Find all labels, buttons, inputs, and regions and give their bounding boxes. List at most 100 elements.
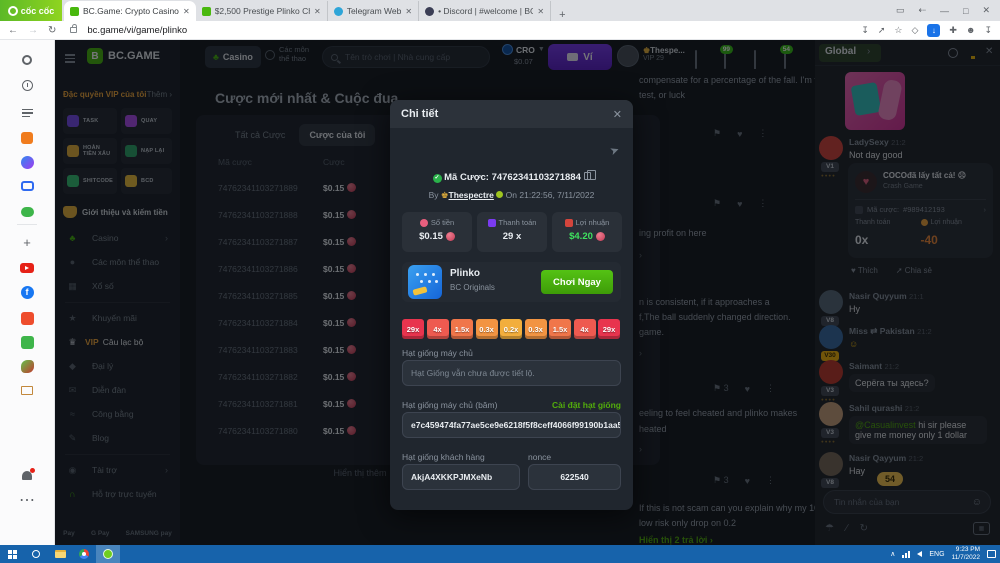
maximize-button[interactable]: □: [963, 6, 968, 16]
payout-icon: [487, 218, 496, 227]
lock-icon[interactable]: [70, 24, 78, 33]
browser-tab-telegram[interactable]: Telegram Web ✕: [328, 1, 420, 21]
shield-icon[interactable]: ◇: [912, 25, 919, 36]
verified-check-icon: ✓: [432, 174, 442, 183]
tab-close-icon[interactable]: ✕: [183, 7, 190, 16]
taskbar-search-icon[interactable]: [24, 545, 48, 563]
reading-list-icon[interactable]: [17, 102, 37, 122]
tab-close-icon[interactable]: ✕: [405, 7, 412, 16]
stat-profit: Lợi nhuận $4.20: [552, 212, 622, 252]
multiplier-pill: 0.3x: [475, 319, 498, 339]
browser-tab-plinko-challenge[interactable]: $2,500 Prestige Plinko Challe ✕: [196, 1, 328, 21]
extensions-icon[interactable]: ✚: [949, 25, 957, 36]
more-icon[interactable]: ⋯: [17, 490, 37, 510]
tab-search-icon[interactable]: ▭: [896, 5, 905, 16]
start-button[interactable]: [0, 545, 24, 563]
multiplier-pill: 29x: [402, 319, 424, 339]
bet-datetime: 21:22:56, 7/11/2022: [519, 190, 595, 200]
modal-close-icon[interactable]: ✕: [613, 108, 622, 121]
client-seed-label: Hạt giống khách hàng: [402, 452, 485, 462]
coin-icon: [445, 232, 455, 241]
browser-tab-bcgame[interactable]: BC.Game: Crypto Casino Gai ✕: [64, 1, 196, 21]
server-seed-label: Hạt giống máy chủ: [402, 348, 473, 358]
stat-payout: Thanh toán 29 x: [477, 212, 547, 252]
share-bet-icon[interactable]: ➤: [608, 143, 621, 158]
settings-gear-icon[interactable]: [17, 50, 37, 70]
shopee-icon[interactable]: [17, 308, 37, 328]
coccoc-brand[interactable]: cốc cốc: [0, 0, 62, 21]
discord-favicon: [425, 6, 435, 16]
multiplier-pill: 1.5x: [451, 319, 473, 339]
zalo-icon[interactable]: [17, 176, 37, 196]
crown-icon: ♚: [440, 190, 449, 200]
bet-author-line: By ♚Thespectre On 21:22:56, 7/11/2022: [428, 190, 595, 200]
youtube-icon[interactable]: [17, 258, 37, 278]
seed-settings-link[interactable]: Cài đặt hạt giống: [552, 400, 621, 410]
forward-icon[interactable]: →: [28, 25, 38, 36]
play-now-button[interactable]: Chơi Ngay: [541, 270, 613, 294]
history-clock-icon[interactable]: [17, 75, 37, 95]
modal-title: Chi tiết: [401, 108, 439, 120]
language-indicator[interactable]: ENG: [929, 551, 944, 558]
leaf-icon[interactable]: [17, 356, 37, 376]
browser-tab-discord[interactable]: • Discord | #welcome | BC ✕: [419, 1, 552, 21]
volume-icon[interactable]: [917, 551, 923, 557]
games-icon[interactable]: [17, 202, 37, 222]
bcgame-app: B BC.GAME Đặc quyền VIP của tôi Thêm › T…: [55, 40, 1000, 545]
facebook-icon[interactable]: f: [17, 282, 37, 302]
add-shortcut-icon[interactable]: +: [17, 232, 37, 252]
copy-icon[interactable]: [583, 170, 596, 180]
url-bar[interactable]: bc.game/vi/game/plinko: [87, 25, 851, 36]
server-seed-field[interactable]: Hạt Giống vẫn chưa được tiết lộ.: [402, 360, 621, 386]
tab-close-icon[interactable]: ✕: [314, 7, 321, 16]
save-page-icon[interactable]: ↧: [861, 25, 869, 36]
multiplier-pill: 4x: [573, 319, 596, 339]
client-seed-field[interactable]: AkjA4XKKPJMXeNb: [402, 464, 520, 490]
back-icon[interactable]: ←: [8, 25, 18, 36]
profile-icon[interactable]: ☻: [966, 25, 975, 35]
cart-icon[interactable]: [17, 380, 37, 400]
garden-icon[interactable]: [17, 332, 37, 352]
reload-icon[interactable]: ↻: [48, 25, 56, 36]
plinko-game-icon[interactable]: [408, 265, 442, 299]
brand-label: cốc cốc: [20, 5, 55, 16]
downloads-icon[interactable]: ↧: [984, 25, 992, 36]
browser-tabstrip: cốc cốc BC.Game: Crypto Casino Gai ✕ $2,…: [0, 0, 1000, 21]
hot-crown-icon[interactable]: [17, 128, 37, 148]
tab-arrow-icon[interactable]: ⇠: [918, 5, 926, 16]
minimize-button[interactable]: —: [940, 6, 949, 16]
multiplier-pill: 0.3x: [524, 319, 547, 339]
action-center-icon[interactable]: [987, 550, 996, 558]
nonce-field[interactable]: 622540: [528, 464, 621, 490]
tray-expand-icon[interactable]: ∧: [890, 550, 895, 558]
messenger-icon[interactable]: [17, 152, 37, 172]
close-button[interactable]: ✕: [982, 5, 990, 16]
game-name: Plinko: [450, 268, 481, 279]
network-icon[interactable]: [902, 550, 911, 558]
download-button[interactable]: ↓: [927, 23, 941, 37]
coccoc-taskbar-icon[interactable]: [96, 545, 120, 563]
bcgame-favicon: [70, 6, 79, 16]
medal-icon: [496, 191, 504, 198]
notification-bell-icon[interactable]: [17, 465, 37, 485]
new-tab-button[interactable]: +: [551, 9, 573, 21]
chrome-icon[interactable]: [72, 545, 96, 563]
server-seed-hash-field[interactable]: e7c459474fa77ae5ce9e6218f5f8ceff4066f991…: [402, 412, 621, 438]
game-card: Plinko BC Originals Chơi Ngay: [402, 262, 621, 302]
bcgame-favicon: [201, 6, 211, 16]
multiplier-pill: 0.2x: [500, 319, 522, 339]
taskbar-clock[interactable]: 9:23 PM 11/7/2022: [952, 546, 980, 562]
username-link[interactable]: Thespectre: [449, 190, 494, 200]
stat-amount: Số tiền $0.15: [402, 212, 472, 252]
multiplier-pill: 1.5x: [549, 319, 571, 339]
server-seed-hash-label: Hạt giống máy chủ (băm): [402, 400, 498, 410]
tab-close-icon[interactable]: ✕: [537, 7, 544, 16]
share-icon[interactable]: ➚: [878, 25, 886, 36]
bet-id-value: 74762341103271884: [491, 172, 581, 183]
telegram-favicon: [333, 6, 343, 16]
file-explorer-icon[interactable]: [48, 545, 72, 563]
bet-id-line: ✓ Mã Cược: 74762341103271884: [390, 170, 633, 183]
bookmark-star-icon[interactable]: ☆: [894, 25, 902, 36]
multiplier-pill: 4x: [426, 319, 449, 339]
system-tray: ∧ ENG 9:23 PM 11/7/2022: [890, 545, 996, 563]
